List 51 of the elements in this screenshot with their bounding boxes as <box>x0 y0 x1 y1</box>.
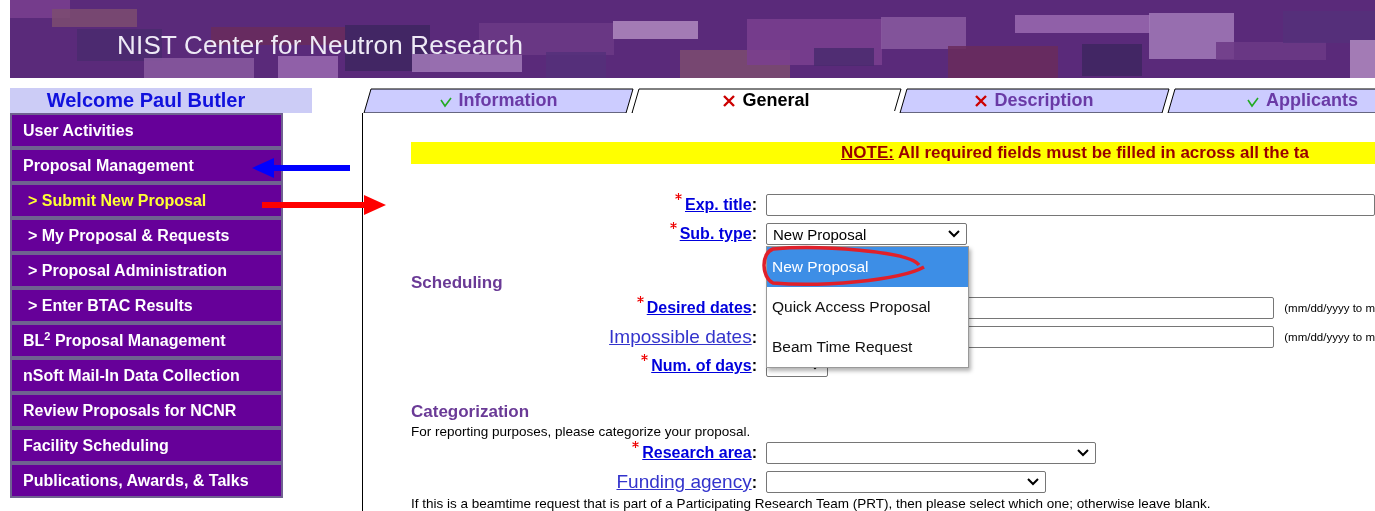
label-colon: : <box>751 474 757 491</box>
section-heading: Categorization <box>411 402 531 422</box>
section-description: For reporting purposes, please categorize your proposal. <box>411 424 752 439</box>
sidebar-item[interactable]: > Submit New Proposal <box>10 183 283 218</box>
sidebar-item[interactable]: Review Proposals for NCNR <box>10 393 283 428</box>
label-colon: : <box>751 225 757 243</box>
field-label[interactable]: Num. of days <box>651 357 752 375</box>
sidebar-item[interactable]: > Enter BTAC Results <box>10 288 283 323</box>
select-field[interactable] <box>766 442 1096 464</box>
site-title: NIST Center for Neutron Research <box>117 30 524 61</box>
asterisk-icon <box>632 440 640 448</box>
sidebar-item[interactable]: Facility Scheduling <box>10 428 283 463</box>
label-colon: : <box>751 329 757 347</box>
field-label[interactable]: Funding agency <box>616 471 752 493</box>
tab[interactable]: Applicants <box>1166 88 1375 113</box>
asterisk-icon <box>636 295 644 303</box>
tab[interactable]: Description <box>898 88 1170 113</box>
asterisk-icon <box>641 353 649 361</box>
format-hint: (mm/dd/yyyy to m <box>1284 331 1375 343</box>
sidebar-item[interactable]: User Activities <box>10 113 283 148</box>
sidebar-item[interactable]: > Proposal Administration <box>10 253 283 288</box>
asterisk-icon <box>669 221 677 229</box>
format-hint: (mm/dd/yyyy to m <box>1284 302 1375 314</box>
footnote-text: If this is a beamtime request that is part of a Participating Research Team (PRT), then please select which one; otherwise leave blank. <box>411 496 1212 511</box>
label-colon: : <box>751 444 757 462</box>
required-fields-note: NOTE: All required fields must be filled in across all the ta <box>411 142 1375 164</box>
chevron-down-icon <box>1027 478 1039 486</box>
sidebar-item[interactable]: > My Proposal & Requests <box>10 218 283 253</box>
field-label[interactable]: Desired dates <box>646 299 752 317</box>
select-field[interactable]: New Proposal <box>766 223 967 245</box>
field-label[interactable]: Research area <box>642 444 752 462</box>
chevron-down-icon <box>1077 449 1089 457</box>
asterisk-icon <box>675 192 682 200</box>
tab[interactable]: General <box>630 88 902 113</box>
field-label[interactable]: Sub. type <box>679 225 752 243</box>
field-label[interactable]: Impossible dates <box>609 326 752 348</box>
chevron-down-icon <box>948 230 960 238</box>
sidebar-item[interactable]: BL$^{2}$ Proposal Management <box>10 323 283 358</box>
sidebar-item[interactable]: Publications, Awards, & Talks <box>10 463 283 498</box>
dropdown-option[interactable]: Quick Access Proposal <box>767 287 968 327</box>
label-colon: : <box>751 299 757 317</box>
tab[interactable]: Information <box>362 88 634 113</box>
sidebar-item[interactable]: Proposal Management <box>10 148 283 183</box>
label-colon: : <box>751 357 757 375</box>
section-heading: Scheduling <box>411 273 504 293</box>
text-field[interactable] <box>766 194 1375 216</box>
label-colon: : <box>751 196 757 214</box>
sidebar-item[interactable]: nSoft Mail-In Data Collection <box>10 358 283 393</box>
select-field[interactable] <box>766 471 1046 493</box>
field-label[interactable]: Exp. title <box>685 196 752 214</box>
welcome-message: Welcome Paul Butler <box>10 88 312 113</box>
